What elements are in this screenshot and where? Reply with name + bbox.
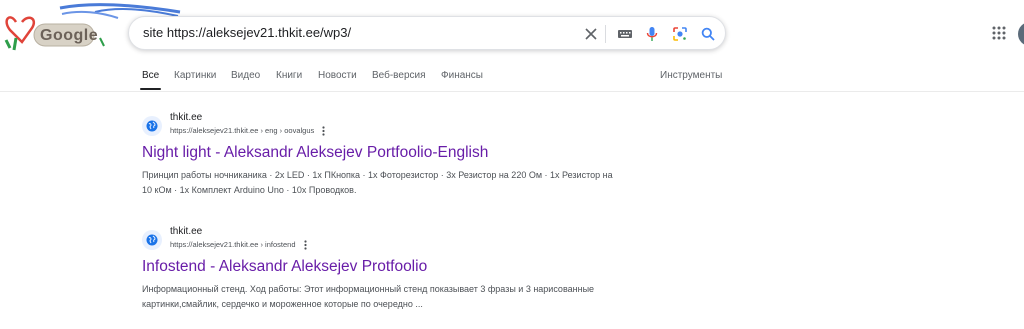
lens-icon[interactable] — [671, 25, 689, 43]
search-box[interactable]: site https://aleksejev21.thkit.ee/wp3/ — [128, 16, 726, 50]
result-site-name: thkit.ee — [170, 112, 203, 123]
result-url-text: https://aleksejev21.thkit.ee › eng › oov… — [170, 126, 315, 135]
search-icon[interactable] — [699, 25, 717, 43]
tab-all[interactable]: Все — [142, 70, 159, 81]
apps-icon[interactable] — [992, 26, 1006, 40]
result-title-link[interactable]: Night light - Aleksandr Aleksejev Portfo… — [142, 144, 488, 162]
mic-icon[interactable] — [643, 25, 661, 43]
tab-videos[interactable]: Видео — [231, 70, 260, 81]
tab-books[interactable]: Книги — [276, 70, 302, 81]
tab-images[interactable]: Картинки — [174, 70, 216, 81]
result-url-text: https://aleksejev21.thkit.ee › infostend — [170, 240, 296, 249]
more-vert-icon[interactable] — [303, 240, 307, 250]
clear-icon[interactable] — [582, 25, 600, 43]
tab-web[interactable]: Веб-версия — [372, 70, 426, 81]
tab-finance[interactable]: Финансы — [441, 70, 483, 81]
more-vert-icon[interactable] — [322, 126, 325, 136]
active-tab-indicator — [140, 88, 161, 90]
logo-text: Google — [40, 27, 99, 44]
result-title-link[interactable]: Infostend - Aleksandr Aleksejev Protfool… — [142, 258, 427, 276]
tabs-divider — [0, 91, 1024, 92]
result-url[interactable]: https://aleksejev21.thkit.ee › infostend — [170, 240, 307, 250]
search-input[interactable]: site https://aleksejev21.thkit.ee/wp3/ — [143, 25, 351, 40]
globe-icon — [142, 116, 162, 136]
tools-button[interactable]: Инструменты — [660, 70, 722, 81]
result-snippet: Принцип работы ночниканика · 2x LED · 1x… — [142, 170, 613, 195]
globe-icon — [142, 230, 162, 250]
result-snippet: Информационный стенд. Ход работы: Этот и… — [142, 284, 595, 309]
account-avatar[interactable] — [1018, 22, 1024, 46]
keyboard-icon[interactable] — [616, 25, 634, 43]
result-site-name: thkit.ee — [170, 226, 203, 237]
search-tabs: Все Картинки Видео Книги Новости Веб-вер… — [0, 70, 1024, 92]
tab-news[interactable]: Новости — [318, 70, 357, 81]
result-url[interactable]: https://aleksejev21.thkit.ee › eng › oov… — [170, 126, 325, 136]
search-divider — [605, 25, 606, 43]
